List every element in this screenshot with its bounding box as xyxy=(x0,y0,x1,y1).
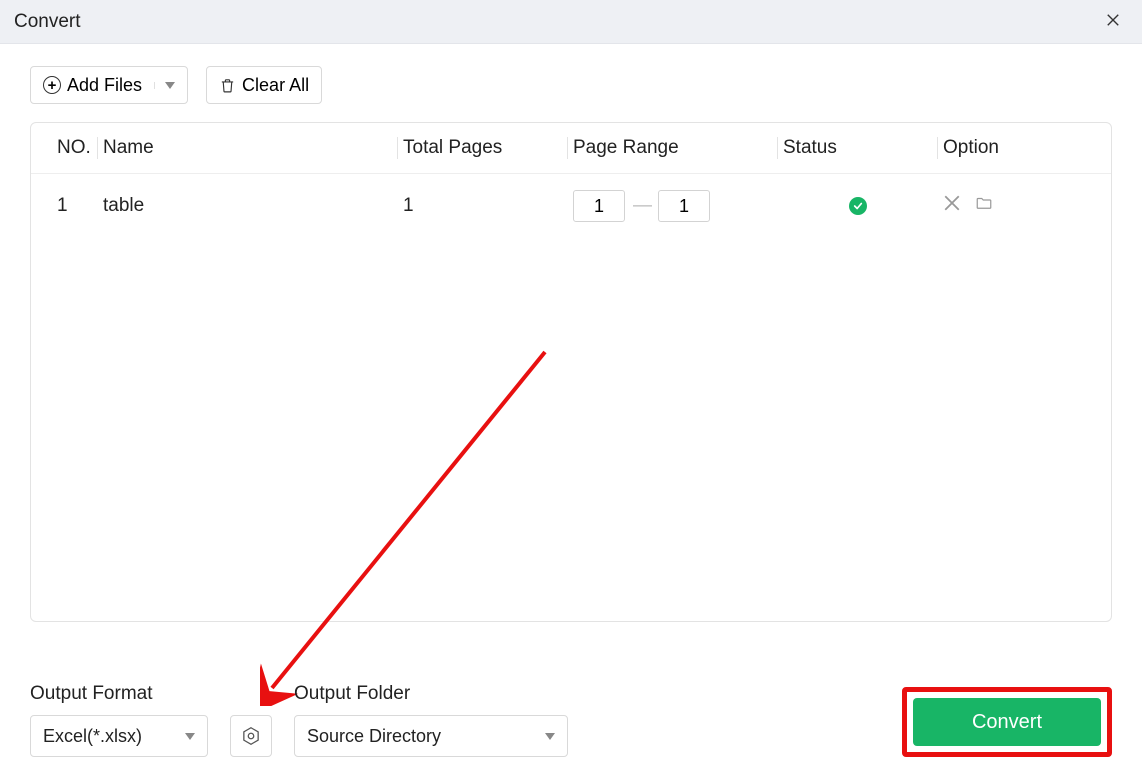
cell-status xyxy=(783,174,943,239)
cell-no: 1 xyxy=(31,174,103,239)
table-row: 1 table 1 — xyxy=(31,174,1111,239)
clear-all-button[interactable]: Clear All xyxy=(206,66,322,104)
output-format-label: Output Format xyxy=(30,683,208,705)
titlebar: Convert xyxy=(0,0,1142,44)
col-header-pages: Total Pages xyxy=(403,123,573,174)
col-header-range: Page Range xyxy=(573,123,783,174)
add-files-button[interactable]: + Add Files xyxy=(30,66,188,104)
toolbar: + Add Files Clear All xyxy=(30,66,1112,104)
page-range-from-input[interactable] xyxy=(573,190,625,222)
cell-pages: 1 xyxy=(403,174,573,239)
add-files-label: Add Files xyxy=(67,75,142,96)
close-icon[interactable] xyxy=(1098,6,1128,37)
output-format-select[interactable]: Excel(*.xlsx) xyxy=(30,715,208,757)
output-folder-field: Output Folder Source Directory xyxy=(294,683,568,757)
remove-row-button[interactable] xyxy=(943,194,961,218)
col-header-name: Name xyxy=(103,123,403,174)
cell-name: table xyxy=(103,174,403,239)
content-area: + Add Files Clear All NO. N xyxy=(0,44,1142,636)
window-title: Convert xyxy=(14,11,81,33)
chevron-down-icon xyxy=(185,733,195,740)
convert-button[interactable]: Convert xyxy=(913,698,1101,746)
page-range-to-input[interactable] xyxy=(658,190,710,222)
col-header-no: NO. xyxy=(31,123,103,174)
footer: Output Format Excel(*.xlsx) Output Folde… xyxy=(30,683,1112,757)
col-header-option: Option xyxy=(943,123,1111,174)
convert-button-highlight: Convert xyxy=(902,687,1112,757)
trash-icon xyxy=(219,77,236,94)
plus-circle-icon: + xyxy=(43,76,61,94)
cell-option xyxy=(943,174,1111,239)
output-folder-label: Output Folder xyxy=(294,683,568,705)
output-format-field: Output Format Excel(*.xlsx) xyxy=(30,683,208,757)
clear-all-label: Clear All xyxy=(242,75,309,96)
range-dash: — xyxy=(633,195,650,217)
status-ok-icon xyxy=(849,197,867,215)
chevron-down-icon xyxy=(545,733,555,740)
col-header-status: Status xyxy=(783,123,943,174)
output-folder-select[interactable]: Source Directory xyxy=(294,715,568,757)
output-folder-value: Source Directory xyxy=(307,726,441,747)
add-files-dropdown[interactable] xyxy=(154,82,175,89)
cell-range: — xyxy=(573,174,783,239)
open-folder-button[interactable] xyxy=(975,194,993,218)
output-format-value: Excel(*.xlsx) xyxy=(43,726,142,747)
output-format-settings-button[interactable] xyxy=(230,715,272,757)
chevron-down-icon xyxy=(165,82,175,89)
files-table: NO. Name Total Pages Page Range Status O… xyxy=(30,122,1112,622)
